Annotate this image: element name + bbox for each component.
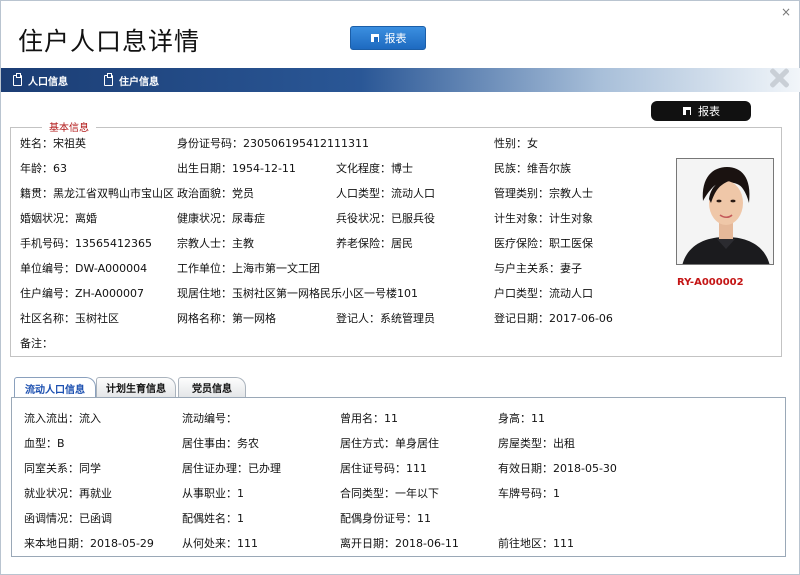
flow-field-permit-number: 居住证号码：111: [340, 462, 427, 475]
field-population-type: 人口类型：流动人口: [336, 187, 435, 200]
flow-field-arrival-date: 来本地日期：2018-05-29: [24, 537, 154, 550]
field-education: 文化程度：博士: [336, 162, 413, 175]
flow-field-blood-type: 血型：B: [24, 437, 65, 450]
basic-report-button[interactable]: 报表: [651, 101, 751, 121]
flow-field-spouse-id: 配偶身份证号：11: [340, 512, 431, 525]
tab-floating-population[interactable]: 流动人口信息: [14, 377, 96, 398]
report-button[interactable]: 报表: [350, 26, 426, 50]
flow-field-occupation: 从事职业：1: [182, 487, 244, 500]
field-age: 年龄：63: [20, 162, 67, 175]
field-registrar: 登记人：系统管理员: [336, 312, 435, 325]
basic-report-button-label: 报表: [698, 105, 720, 118]
field-political-status: 政治面貌：党员: [177, 187, 254, 200]
flow-field-former-name: 曾用名：11: [340, 412, 398, 425]
close-icon[interactable]: ×: [781, 5, 791, 19]
field-mobile: 手机号码：13565412365: [20, 237, 152, 250]
flow-field-residence-mode: 居住方式：单身居住: [340, 437, 439, 450]
print-icon: [370, 33, 380, 43]
field-relation-to-head: 与户主关系：妻子: [494, 262, 582, 275]
flow-field-valid-date: 有效日期：2018-05-30: [498, 462, 617, 475]
flow-field-leave-date: 离开日期：2018-06-11: [340, 537, 459, 550]
field-management-category: 管理类别：宗教人士: [494, 187, 593, 200]
flow-field-contract-type: 合同类型：一年以下: [340, 487, 439, 500]
flow-field-flow-number: 流动编号：: [182, 412, 237, 425]
person-photo: [676, 158, 774, 265]
flow-field-house-type: 房屋类型：出租: [498, 437, 575, 450]
flow-field-destination: 前往地区：111: [498, 537, 574, 550]
field-grid-name: 网格名称：第一网格: [177, 312, 276, 325]
flow-field-spouse-name: 配偶姓名：1: [182, 512, 244, 525]
flow-field-letter-inquiry: 函调情况：已函调: [24, 512, 112, 525]
field-health-status: 健康状况：尿毒症: [177, 212, 265, 225]
flow-field-height: 身高：11: [498, 412, 545, 425]
field-medical-insurance: 医疗保险：职工医保: [494, 237, 593, 250]
basic-info-legend: 基本信息: [42, 119, 96, 134]
flow-field-origin: 从何处来：111: [182, 537, 258, 550]
field-gender: 性别：女: [494, 137, 538, 150]
photo-id-label: RY-A000002: [677, 277, 744, 288]
field-hukou-type: 户口类型：流动人口: [494, 287, 593, 300]
page-title: 住户人口息详情: [18, 27, 201, 56]
field-native-place: 籍贯：黑龙江省双鸭山市宝山区: [20, 187, 174, 200]
field-current-address: 现居住地：玉树社区第一网格民乐小区一号楼101: [177, 287, 418, 300]
flow-field-employment: 就业状况：再就业: [24, 487, 112, 500]
print-icon: [682, 106, 692, 116]
nav-item-label: 人口信息: [28, 76, 68, 88]
field-household-number: 住户编号：ZH-A000007: [20, 287, 145, 300]
nav-item-household-info[interactable]: 住户信息: [104, 68, 159, 92]
field-marital-status: 婚姻状况：离婚: [20, 212, 97, 225]
flow-field-roommate-relation: 同室关系：同学: [24, 462, 101, 475]
flow-field-plate-number: 车牌号码：1: [498, 487, 560, 500]
field-pension: 养老保险：居民: [336, 237, 413, 250]
close-panel-icon[interactable]: [768, 67, 790, 89]
nav-bar: 人口信息 住户信息: [1, 68, 800, 92]
report-button-label: 报表: [384, 32, 407, 45]
flow-field-in-out: 流入流出：流入: [24, 412, 101, 425]
floating-population-panel: [11, 397, 786, 557]
flow-field-permit-status: 居住证办理：已办理: [182, 462, 281, 475]
tab-family-planning[interactable]: 计划生育信息: [96, 377, 176, 397]
field-ethnicity: 民族：维吾尔族: [494, 162, 571, 175]
detail-window: 住户人口息详情 × 报表 人口信息 住户信息 报表 基本信息 姓名：宋祖英 身份…: [0, 0, 800, 575]
clipboard-icon: [104, 72, 113, 86]
flow-field-residence-reason: 居住事由：务农: [182, 437, 259, 450]
clipboard-icon: [13, 72, 22, 86]
tab-party-member[interactable]: 党员信息: [178, 377, 246, 397]
nav-item-label: 住户信息: [119, 76, 159, 88]
field-id-number: 身份证号码：230506195412111311: [177, 137, 369, 150]
nav-item-population-info[interactable]: 人口信息: [13, 68, 68, 92]
field-unit-number: 单位编号：DW-A000004: [20, 262, 148, 275]
field-work-unit: 工作单位：上海市第一文工团: [177, 262, 320, 275]
field-community: 社区名称：玉树社区: [20, 312, 119, 325]
field-registration-date: 登记日期：2017-06-06: [494, 312, 613, 325]
field-religious: 宗教人士：主教: [177, 237, 254, 250]
field-name: 姓名：宋祖英: [20, 137, 86, 150]
field-family-planning: 计生对象：计生对象: [494, 212, 593, 225]
field-military-status: 兵役状况：已服兵役: [336, 212, 435, 225]
field-birth-date: 出生日期：1954-12-11: [177, 162, 296, 175]
portrait-image: [677, 159, 773, 264]
field-remarks: 备注：: [20, 337, 53, 350]
